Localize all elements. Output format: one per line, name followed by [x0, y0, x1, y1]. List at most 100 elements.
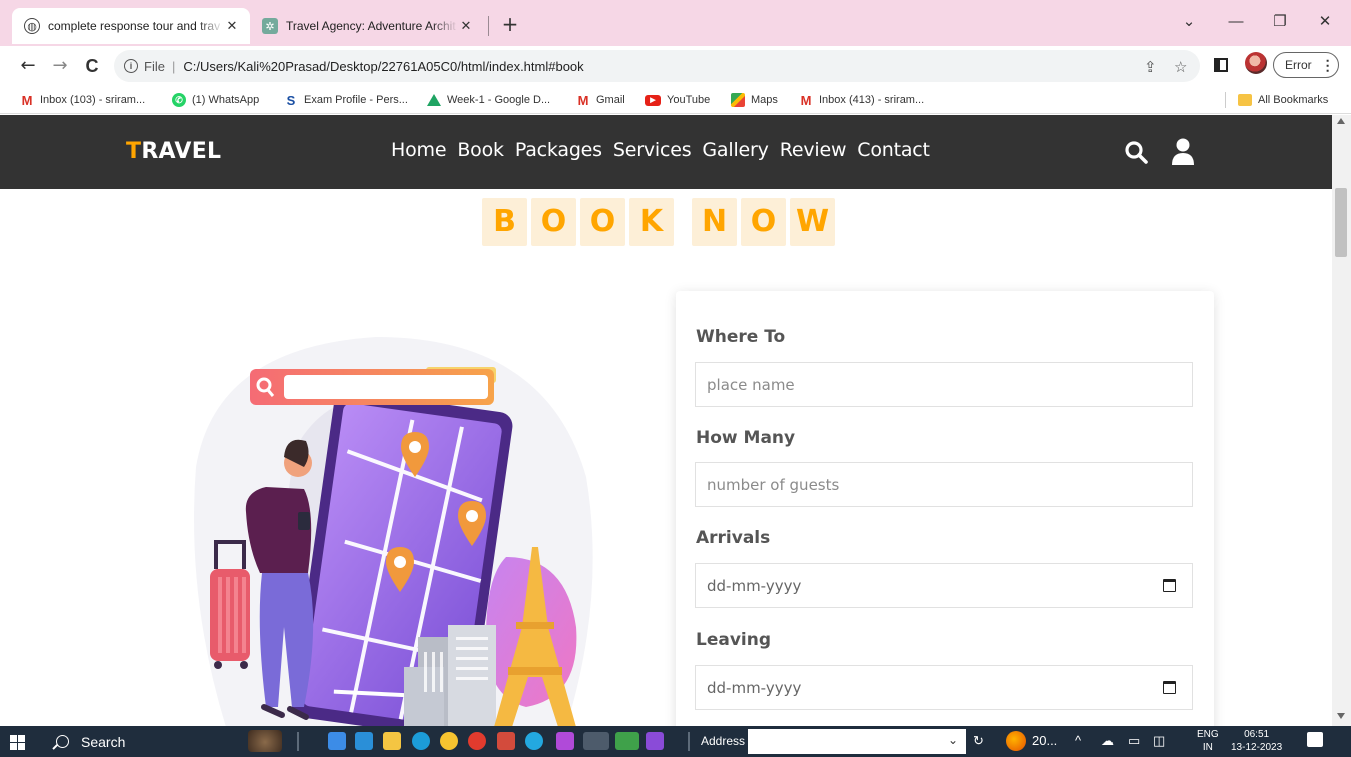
site-nav: Home Book Packages Services Gallery Revi… — [391, 139, 941, 161]
arrivals-date-input[interactable]: dd-mm-yyyy — [695, 563, 1193, 608]
skype-icon[interactable] — [525, 732, 543, 750]
heading-letter: B — [482, 198, 527, 246]
address-url: C:/Users/Kali%20Prasad/Desktop/22761A05C… — [183, 58, 584, 74]
onedrive-icon[interactable]: ☁ — [1101, 733, 1114, 749]
how-many-input[interactable]: number of guests — [695, 462, 1193, 507]
tab-active[interactable]: ◍ complete response tour and trav ✕ — [12, 8, 250, 44]
chevron-down-icon[interactable]: ⌄ — [948, 733, 958, 747]
nav-link-review[interactable]: Review — [780, 139, 847, 161]
heading-letter: W — [790, 198, 835, 246]
mail-icon[interactable] — [355, 732, 373, 750]
reload-button[interactable]: C — [78, 52, 106, 80]
windows-taskbar: Search Address ⌄ ↻ 20... ^ ☁ ▭ ◫ ENG IN … — [0, 726, 1351, 757]
chrome-icon[interactable] — [440, 732, 458, 750]
nav-link-services[interactable]: Services — [613, 139, 692, 161]
section-heading-book-now: B O O K N O W — [482, 198, 839, 246]
page-scrollbar[interactable] — [1332, 115, 1351, 726]
chrome-active-icon[interactable] — [583, 732, 609, 750]
site-logo[interactable]: TRAVEL — [126, 139, 221, 164]
edge-icon[interactable] — [412, 732, 430, 750]
taskbar-search[interactable]: Search — [46, 726, 236, 757]
news-thumbnail[interactable] — [248, 730, 282, 752]
tab-title: Travel Agency: Adventure Archit — [286, 19, 456, 33]
nav-link-home[interactable]: Home — [391, 139, 447, 161]
nav-link-contact[interactable]: Contact — [857, 139, 930, 161]
opera-icon[interactable] — [468, 732, 486, 750]
nav-link-book[interactable]: Book — [457, 139, 504, 161]
bookmark-item[interactable]: ▶ YouTube — [645, 91, 710, 109]
scrollbar-thumb[interactable] — [1335, 188, 1347, 257]
minimize-button[interactable]: — — [1218, 10, 1254, 34]
nav-link-packages[interactable]: Packages — [515, 139, 602, 161]
calendar-icon[interactable] — [1163, 579, 1176, 592]
error-chip-button[interactable]: Error ⋮ — [1273, 52, 1339, 78]
heading-letter: O — [741, 198, 786, 246]
file-explorer-icon[interactable] — [328, 732, 346, 750]
notification-icon[interactable] — [1307, 732, 1323, 747]
bookmarks-bar: M Inbox (103) - sriram... ✆ (1) WhatsApp S… — [0, 86, 1351, 114]
store-icon[interactable] — [383, 732, 401, 750]
bookmark-item[interactable]: ✆ (1) WhatsApp — [172, 91, 259, 109]
info-icon[interactable]: i — [124, 59, 138, 73]
heading-letter: O — [531, 198, 576, 246]
scroll-down-arrow-icon[interactable] — [1337, 713, 1345, 719]
tab-search-button[interactable]: ⌄ — [1171, 10, 1207, 34]
weather-icon[interactable] — [1006, 731, 1026, 751]
where-to-input[interactable]: place name — [695, 362, 1193, 407]
where-to-placeholder: place name — [707, 375, 795, 394]
taskbar-clock[interactable]: 06:51 13-12-2023 — [1231, 728, 1282, 754]
search-icon — [56, 735, 69, 748]
heading-gap — [678, 198, 692, 246]
app-icon[interactable] — [615, 732, 639, 750]
refresh-icon[interactable]: ↻ — [973, 733, 984, 749]
tab-inactive[interactable]: ✲ Travel Agency: Adventure Archit ✕ — [252, 8, 484, 44]
windows-start-icon[interactable] — [10, 735, 25, 750]
browser-toolbar: ← → C i File | C:/Users/Kali%20Prasad/De… — [0, 46, 1351, 86]
user-icon[interactable] — [1171, 138, 1195, 166]
language-indicator[interactable]: ENG IN — [1197, 728, 1219, 754]
bookmark-item[interactable]: M Inbox (103) - sriram... — [20, 91, 146, 109]
folder-icon — [1238, 94, 1252, 106]
taskbar-divider — [297, 732, 299, 751]
bookmark-label: Inbox (413) - sriram... — [819, 94, 925, 106]
new-tab-button[interactable]: + — [498, 12, 522, 36]
close-window-button[interactable]: ✕ — [1307, 10, 1343, 34]
back-button[interactable]: ← — [14, 52, 42, 80]
battery-icon[interactable]: ▭ — [1128, 733, 1140, 749]
tray-chevron-up-icon[interactable]: ^ — [1075, 733, 1081, 748]
taskbar-address-input[interactable]: ⌄ — [748, 729, 966, 754]
share-icon[interactable]: ⇪ — [1144, 58, 1157, 76]
bookmark-label: Week-1 - Google D... — [447, 94, 551, 106]
bookmark-item[interactable]: M Gmail — [576, 91, 625, 109]
app-icon[interactable] — [497, 732, 515, 750]
leaving-date-input[interactable]: dd-mm-yyyy — [695, 665, 1193, 710]
calendar-icon[interactable] — [1163, 681, 1176, 694]
scroll-up-arrow-icon[interactable] — [1337, 118, 1345, 124]
bookmark-item[interactable]: Maps — [731, 91, 778, 109]
profile-avatar[interactable] — [1245, 52, 1267, 74]
site-header: TRAVEL Home Book Packages Services Galle… — [0, 115, 1332, 189]
nav-link-gallery[interactable]: Gallery — [702, 139, 768, 161]
gmail-icon: M — [21, 92, 33, 108]
arrivals-value: dd-mm-yyyy — [707, 576, 802, 595]
heading-letter: K — [629, 198, 674, 246]
forward-button[interactable]: → — [46, 52, 74, 80]
bookmark-item[interactable]: S Exam Profile - Pers... — [284, 91, 408, 109]
bookmark-item[interactable]: M Inbox (413) - sriram... — [799, 91, 925, 109]
error-chip-label: Error — [1285, 58, 1312, 72]
side-panel-icon[interactable] — [1214, 58, 1228, 72]
tab-close-icon[interactable]: ✕ — [224, 18, 240, 34]
bookmark-label: Maps — [751, 94, 778, 106]
search-icon[interactable] — [1124, 140, 1148, 164]
address-bar[interactable]: i File | C:/Users/Kali%20Prasad/Desktop/… — [114, 50, 1200, 82]
weather-text[interactable]: 20... — [1032, 733, 1057, 748]
app-icon[interactable] — [556, 732, 574, 750]
restore-button[interactable]: ❐ — [1262, 10, 1298, 34]
visual-studio-icon[interactable] — [646, 732, 664, 750]
network-icon[interactable]: ◫ — [1153, 733, 1165, 749]
bookmark-item[interactable]: Week-1 - Google D... — [427, 91, 550, 109]
bookmark-star-icon[interactable]: ☆ — [1174, 58, 1187, 76]
tab-close-icon[interactable]: ✕ — [458, 18, 474, 34]
gmail-icon: M — [800, 92, 812, 108]
all-bookmarks-button[interactable]: All Bookmarks — [1238, 91, 1328, 109]
